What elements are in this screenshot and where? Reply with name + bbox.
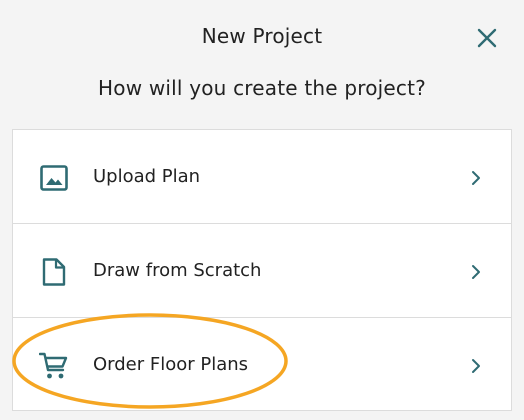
chevron-right-icon [469, 263, 483, 281]
image-icon [39, 163, 69, 193]
option-label: Order Floor Plans [93, 354, 249, 375]
chevron-right-icon [469, 169, 483, 187]
dialog-header: New Project [0, 0, 524, 76]
project-options-list: Upload Plan Draw from Scratch Order Floo… [12, 129, 512, 411]
cart-icon [39, 351, 69, 381]
chevron-right-icon [469, 357, 483, 375]
close-button[interactable] [472, 24, 502, 54]
close-icon [477, 28, 497, 48]
dialog-prompt: How will you create the project? [98, 76, 426, 100]
option-label: Draw from Scratch [93, 260, 262, 281]
document-icon [39, 257, 69, 287]
option-label: Upload Plan [93, 166, 201, 187]
option-order-floor-plans[interactable]: Order Floor Plans [13, 318, 511, 412]
dialog-title: New Project [201, 24, 323, 48]
option-upload-plan[interactable]: Upload Plan [13, 130, 511, 224]
option-draw-from-scratch[interactable]: Draw from Scratch [13, 224, 511, 318]
